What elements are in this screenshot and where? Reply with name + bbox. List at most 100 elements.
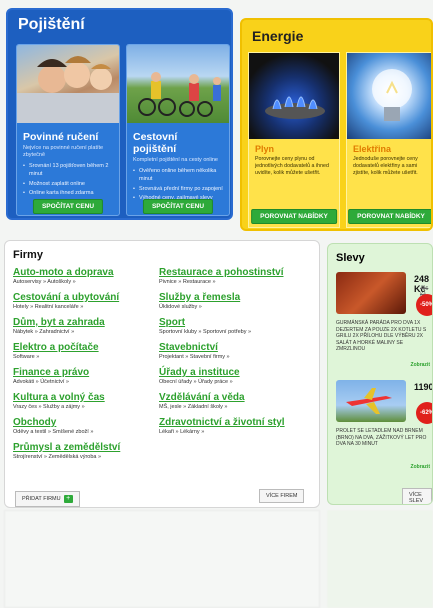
subcategory-links[interactable]: Vrazy čes » Služby a zájmy » — [13, 404, 120, 410]
gas-card[interactable]: Plyn Porovnejte ceny plynu od jednotlivý… — [248, 52, 340, 228]
page: Pojištění Povinné ručení Nejvíce na povi… — [0, 0, 433, 608]
more-discounts-button[interactable]: VÍCE SLEV — [402, 488, 432, 504]
bullet: Ověřeno online během několika minut — [133, 168, 223, 183]
subcategory-links[interactable]: Úklidové služby » — [159, 304, 285, 310]
subcategory-links[interactable]: Pivnice » Restaurace » — [159, 279, 285, 285]
bullet: Možnost zaplatit online — [23, 181, 113, 189]
subcategory-links[interactable]: Sportovní kluby » Sportovní potřeby » — [159, 329, 285, 335]
category-link[interactable]: Cestování a ubytování — [13, 292, 120, 303]
compare-offers-button[interactable]: POROVNAT NABÍDKY — [348, 209, 431, 224]
steak-photo — [336, 272, 406, 314]
deal-more-link[interactable]: Zobrazit — [411, 362, 430, 368]
insurance-title: Pojištění — [18, 16, 85, 33]
category: Finance a právo Advokáti » Účetnictví » — [13, 367, 120, 385]
category: Služby a řemesla Úklidové služby » — [159, 292, 285, 310]
category-link[interactable]: Auto-moto a doprava — [13, 267, 120, 278]
category: Obchody Oděvy a textil » Smíšené zboží » — [13, 417, 120, 435]
category: Průmysl a zemědělství Strojírenství » Zem… — [13, 442, 120, 460]
deal-item[interactable]: 248 Kč 496 Kč -50% Gurmánská paráda pro … — [336, 272, 432, 368]
category-link[interactable]: Služby a řemesla — [159, 292, 285, 303]
subcategory-links[interactable]: Strojírenství » Zemědělská výroba » — [13, 454, 120, 460]
category: Kultura a volný čas Vrazy čes » Služby a … — [13, 392, 120, 410]
more-companies-button[interactable]: VÍCE FIREM — [259, 489, 305, 503]
deal-price: 1190 — [414, 382, 433, 392]
travel-insurance-card[interactable]: Cestovní pojištění Kompletní pojištění n… — [126, 44, 230, 216]
subcategory-links[interactable]: Autoservisy » Autoškoly » — [13, 279, 120, 285]
bulb-photo — [347, 53, 431, 139]
calculate-price-button[interactable]: SPOČÍTAT CENU — [142, 199, 214, 214]
category-link[interactable]: Dům, byt a zahrada — [13, 317, 120, 328]
compare-offers-button[interactable]: POROVNAT NABÍDKY — [251, 209, 337, 224]
category-link[interactable]: Průmysl a zemědělství — [13, 442, 120, 453]
category: Vzdělávání a věda MŠ, jesle » Základní šk… — [159, 392, 285, 410]
travel-insurance-subtitle: Kompletní pojištění na cesty online — [133, 157, 218, 163]
subcategory-links[interactable]: Projektant » Stavební firmy » — [159, 354, 285, 360]
subcategory-links[interactable]: Lékaři » Lékárny » — [159, 429, 285, 435]
category: Cestování a ubytování Hotely » Realitní k… — [13, 292, 120, 310]
bullet: Online karta ihned zdarma — [23, 190, 113, 198]
category-link[interactable]: Obchody — [13, 417, 120, 428]
subcategory-links[interactable]: Software » — [13, 354, 120, 360]
discount-badge: -62% — [416, 402, 432, 424]
travel-insurance-title: Cestovní pojištění — [133, 131, 178, 155]
category: Restaurace a pohostinství Pivnice » Resta… — [159, 267, 285, 285]
category-link[interactable]: Vzdělávání a věda — [159, 392, 285, 403]
category: Sport Sportovní kluby » Sportovní potřeby… — [159, 317, 285, 335]
bullet: Srovnání 13 pojišťoven během 2 minut — [23, 163, 113, 178]
family-photo — [17, 45, 119, 123]
plus-icon: + — [63, 495, 73, 503]
category-link[interactable]: Elektro a počítače — [13, 342, 120, 353]
gas-flame-photo — [249, 53, 339, 139]
category: Zdravotnictví a životní styl Lékaři » Lék… — [159, 417, 285, 435]
calculate-price-button[interactable]: SPOČÍTAT CENU — [32, 199, 104, 214]
cyclists-photo — [127, 45, 229, 123]
category-link[interactable]: Kultura a volný čas — [13, 392, 120, 403]
subcategory-links[interactable]: Oděvy a textil » Smíšené zboží » — [13, 429, 120, 435]
cyclists-image — [138, 72, 221, 117]
category: Elektro a počítače Software » — [13, 342, 120, 360]
energy-title: Energie — [252, 28, 304, 44]
deal-description: Prolet se letadlem nad Brnem (Brno) na d… — [336, 428, 427, 447]
subcategory-links[interactable]: Nábytek » Zahradnictví » — [13, 329, 120, 335]
gas-flame-icon — [265, 96, 325, 119]
discounts-title: Slevy — [336, 252, 365, 264]
reflection — [0, 510, 433, 608]
mandatory-insurance-subtitle: Nejvíce na povinné ručení platíte zbyteč… — [23, 145, 104, 159]
category: Dům, byt a zahrada Nábytek » Zahradnictví… — [13, 317, 120, 335]
electricity-title: Elektřina — [353, 144, 392, 154]
discount-badge: -50% — [416, 294, 432, 316]
category-link[interactable]: Zdravotnictví a životní styl — [159, 417, 285, 428]
subcategory-links[interactable]: Hotely » Realitní kanceláře » — [13, 304, 120, 310]
electricity-text: Jednoduše porovnejte ceny dodavatelů ele… — [353, 156, 418, 177]
category: Úřady a instituce Obecní úřady » Úřady pr… — [159, 367, 285, 385]
add-company-label: PŘIDAT FIRMU — [22, 496, 61, 502]
deal-description: Gurmánská paráda pro dva 1x Dezertem za … — [336, 320, 427, 352]
subcategory-links[interactable]: Obecní úřady » Úřady práce » — [159, 379, 285, 385]
category: Stavebnictví Projektant » Stavební firmy … — [159, 342, 285, 360]
aircraft-photo — [336, 380, 406, 422]
deal-more-link[interactable]: Zobrazit — [411, 464, 430, 470]
mandatory-insurance-card[interactable]: Povinné ručení Nejvíce na povinné ručení… — [16, 44, 120, 216]
category-link[interactable]: Sport — [159, 317, 285, 328]
category-link[interactable]: Stavebnictví — [159, 342, 285, 353]
light-bulb-icon — [372, 69, 412, 121]
energy-panel: Energie Plyn Porovnejte ceny plynu od je… — [240, 18, 433, 231]
mandatory-insurance-title: Povinné ručení — [23, 131, 99, 143]
categories-left-column: Auto-moto a doprava Autoservisy » Autoško… — [13, 267, 120, 467]
family-car-image — [17, 56, 119, 123]
gas-title: Plyn — [255, 144, 275, 154]
subcategory-links[interactable]: Advokáti » Účetnictví » — [13, 379, 120, 385]
category-link[interactable]: Úřady a instituce — [159, 367, 285, 378]
gas-text: Porovnejte ceny plynu od jednotlivých do… — [255, 156, 329, 177]
subcategory-links[interactable]: MŠ, jesle » Základní školy » — [159, 404, 285, 410]
companies-title: Firmy — [13, 249, 43, 261]
categories-right-column: Restaurace a pohostinství Pivnice » Resta… — [159, 267, 285, 442]
companies-panel: Firmy Auto-moto a doprava Autoservisy » A… — [4, 240, 320, 508]
insurance-panel: Pojištění Povinné ručení Nejvíce na povi… — [6, 8, 233, 220]
add-company-button[interactable]: PŘIDAT FIRMU + — [15, 491, 80, 507]
electricity-card[interactable]: Elektřina Jednoduše porovnejte ceny doda… — [346, 52, 431, 228]
category-link[interactable]: Restaurace a pohostinství — [159, 267, 285, 278]
bullet: Srovnává přední firmy po zapojení — [133, 186, 223, 194]
deal-item[interactable]: 1190 -62% Prolet se letadlem nad Brnem (… — [336, 380, 433, 470]
category-link[interactable]: Finance a právo — [13, 367, 120, 378]
